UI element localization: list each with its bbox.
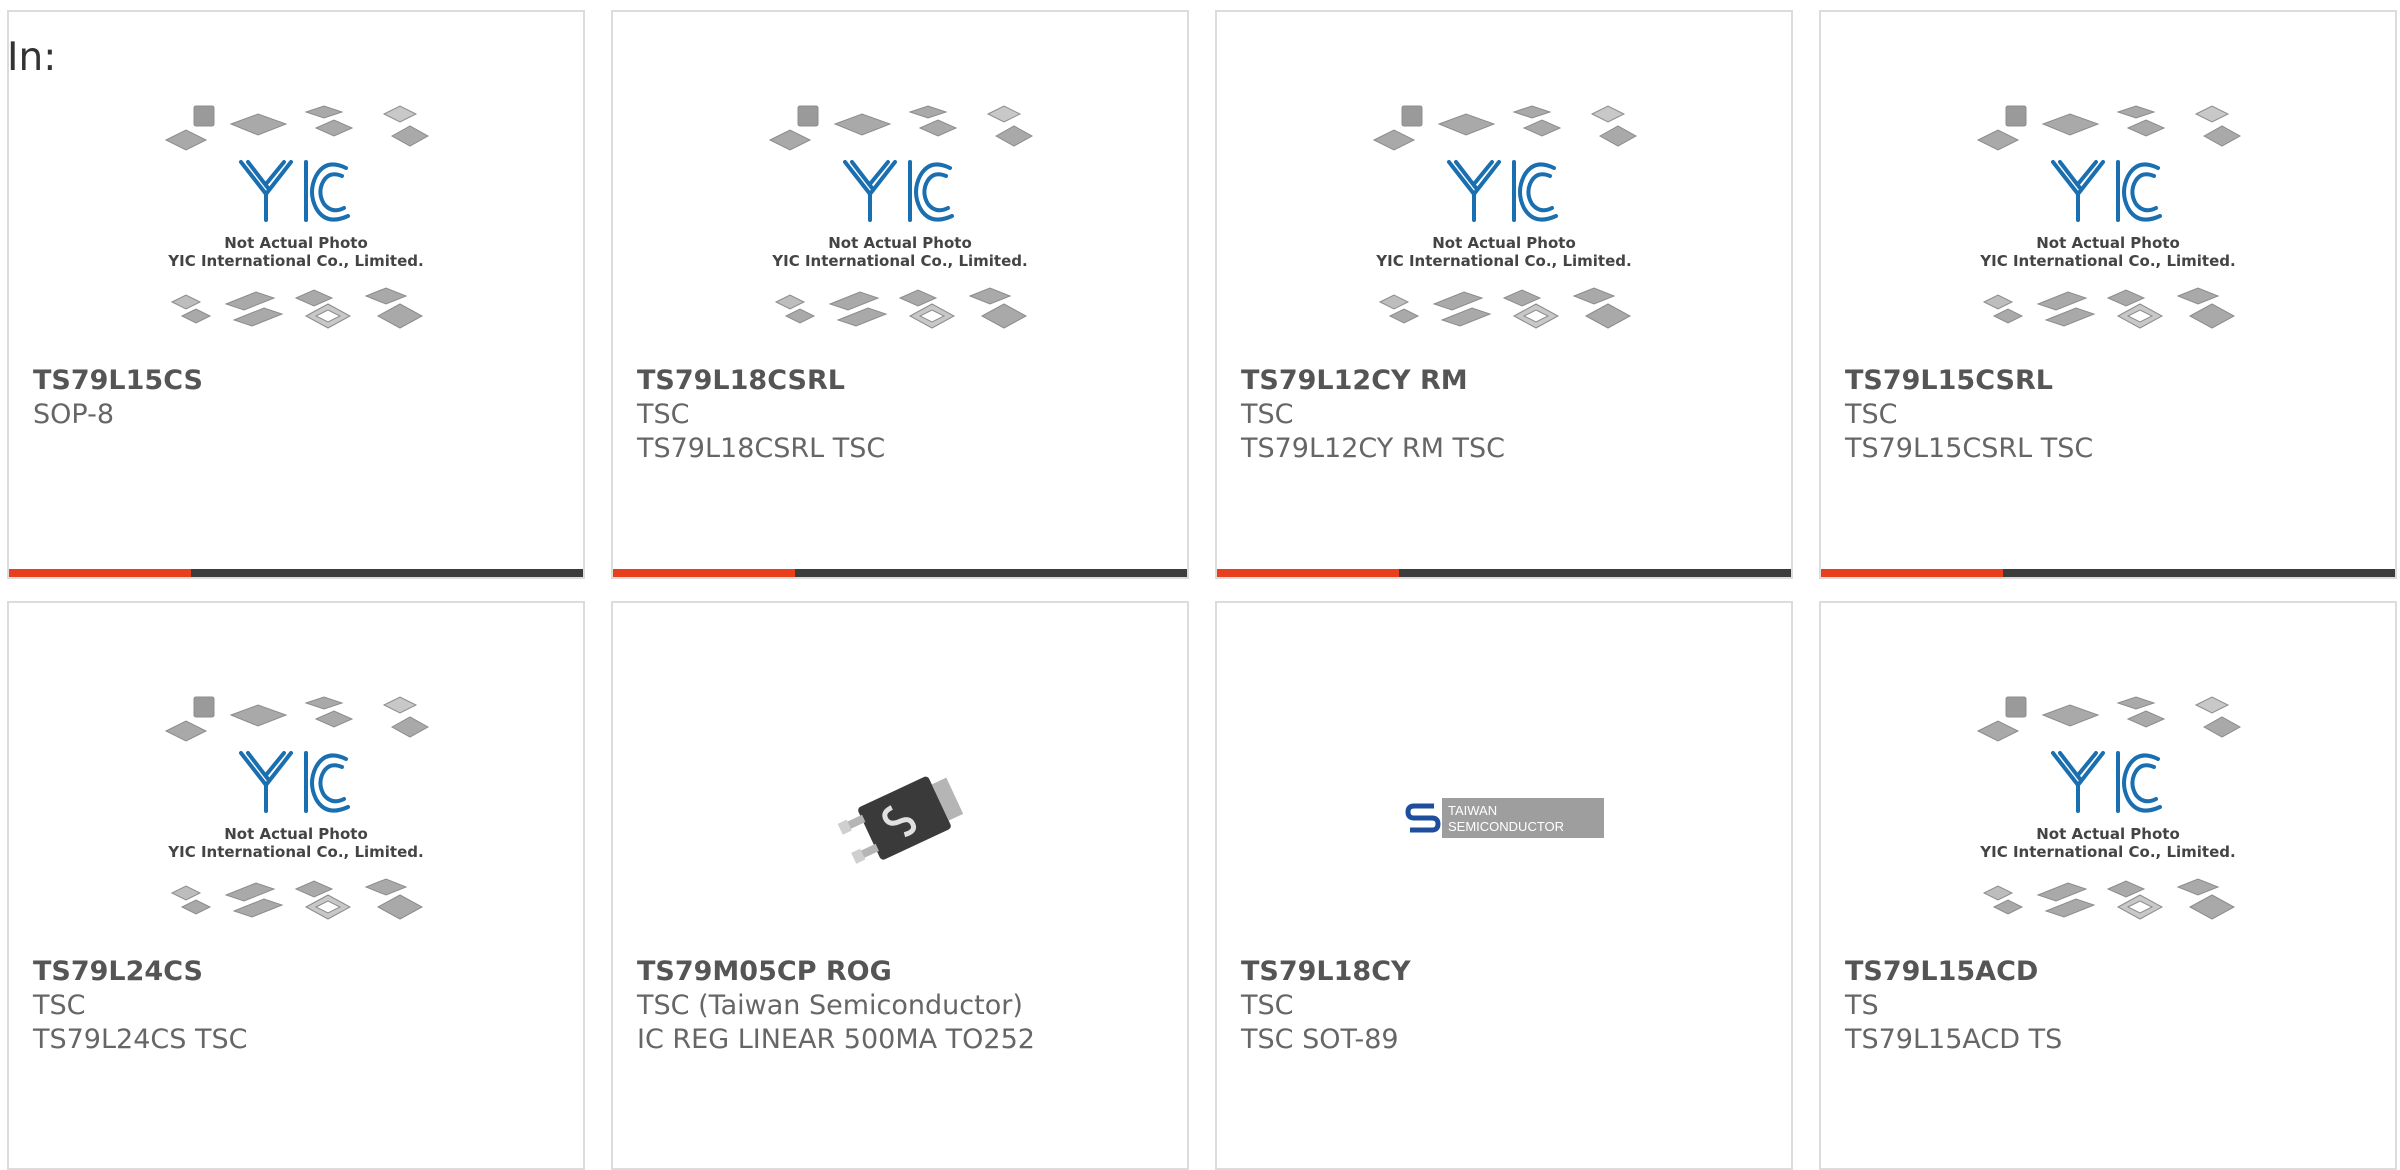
card-accent-bar — [1217, 569, 1791, 577]
product-image[interactable]: Not Actual Photo YIC International Co., … — [1217, 102, 1791, 352]
placeholder-caption-1: Not Actual Photo — [828, 234, 972, 252]
product-card[interactable]: Not Actual Photo YIC International Co., … — [1819, 10, 2397, 579]
product-manufacturer: TSC — [33, 990, 86, 1021]
product-image[interactable]: TAIWAN SEMICONDUCTOR — [1217, 693, 1791, 943]
product-name-link[interactable]: TS79L12CY RM — [1241, 364, 1771, 398]
card-accent-bar — [613, 569, 1187, 577]
product-manufacturer: TS — [1845, 990, 1879, 1021]
product-description: TS79L24CS TSC — [33, 1024, 248, 1055]
product-card[interactable]: Not Actual Photo YIC International Co., … — [7, 601, 585, 1170]
yic-placeholder-image: Not Actual Photo YIC International Co., … — [1976, 696, 2242, 920]
accent-bar-red-segment — [613, 569, 795, 577]
product-manufacturer: TSC (Taiwan Semiconductor) — [637, 990, 1023, 1021]
taiwan-semiconductor-logo: TAIWAN SEMICONDUCTOR — [1404, 798, 1604, 838]
product-description: TS79L15CSRL TSC — [1845, 433, 2094, 464]
product-image[interactable]: Not Actual Photo YIC International Co., … — [9, 693, 583, 943]
product-card[interactable]: Not Actual Photo YIC International Co., … — [7, 10, 585, 579]
product-manufacturer: SOP-8 — [33, 399, 114, 430]
placeholder-caption-2: YIC International Co., Limited. — [1979, 252, 2235, 270]
product-image[interactable]: Not Actual Photo YIC International Co., … — [9, 102, 583, 352]
yic-placeholder-image: Not Actual Photo YIC International Co., … — [164, 105, 430, 329]
yic-placeholder-image: Not Actual Photo YIC International Co., … — [768, 105, 1034, 329]
product-manufacturer: TSC — [637, 399, 690, 430]
product-name-link[interactable]: TS79L15ACD — [1845, 955, 2375, 989]
accent-bar-red-segment — [1821, 569, 2003, 577]
product-image[interactable]: Not Actual Photo YIC International Co., … — [1821, 693, 2395, 943]
product-description: TSC SOT-89 — [1241, 1024, 1399, 1055]
yic-placeholder-image: Not Actual Photo YIC International Co., … — [1372, 105, 1638, 329]
placeholder-caption-1: Not Actual Photo — [1432, 234, 1576, 252]
placeholder-caption-2: YIC International Co., Limited. — [167, 843, 423, 861]
product-info: TS79L15CS SOP-8 — [33, 364, 563, 432]
placeholder-caption-2: YIC International Co., Limited. — [1979, 843, 2235, 861]
product-info: TS79L18CSRL TSC TS79L18CSRL TSC — [637, 364, 1167, 466]
placeholder-caption-1: Not Actual Photo — [2036, 234, 2180, 252]
product-info: TS79L12CY RM TSC TS79L12CY RM TSC — [1241, 364, 1771, 466]
chip-photo-image — [837, 776, 964, 864]
product-image[interactable] — [613, 693, 1187, 943]
product-card[interactable]: TAIWAN SEMICONDUCTOR TS79L18CY TSC TSC SOT… — [1215, 601, 1793, 1170]
product-name-link[interactable]: TS79L15CSRL — [1845, 364, 2375, 398]
product-description: IC REG LINEAR 500MA TO252 — [637, 1024, 1035, 1055]
product-description: TS79L12CY RM TSC — [1241, 433, 1505, 464]
product-image[interactable]: Not Actual Photo YIC International Co., … — [613, 102, 1187, 352]
accent-bar-dark-segment — [795, 569, 1187, 577]
accent-bar-dark-segment — [191, 569, 583, 577]
card-accent-bar — [9, 569, 583, 577]
product-info: TS79L24CS TSC TS79L24CS TSC — [33, 955, 563, 1057]
product-card[interactable]: Not Actual Photo YIC International Co., … — [611, 10, 1189, 579]
tsc-logo-line-2: SEMICONDUCTOR — [1448, 819, 1564, 834]
product-manufacturer: TSC — [1845, 399, 1898, 430]
product-description: TS79L18CSRL TSC — [637, 433, 886, 464]
accent-bar-red-segment — [9, 569, 191, 577]
product-info: TS79L15ACD TS TS79L15ACD TS — [1845, 955, 2375, 1057]
product-info: TS79L15CSRL TSC TS79L15CSRL TSC — [1845, 364, 2375, 466]
product-name-link[interactable]: TS79M05CP ROG — [637, 955, 1167, 989]
accent-bar-dark-segment — [2003, 569, 2395, 577]
yic-placeholder-image: Not Actual Photo YIC International Co., … — [1976, 105, 2242, 329]
in-label: In: — [7, 35, 57, 80]
placeholder-caption-2: YIC International Co., Limited. — [167, 252, 423, 270]
placeholder-caption-2: YIC International Co., Limited. — [1375, 252, 1631, 270]
product-manufacturer: TSC — [1241, 990, 1294, 1021]
placeholder-caption-1: Not Actual Photo — [224, 234, 368, 252]
yic-placeholder-image: Not Actual Photo YIC International Co., … — [164, 696, 430, 920]
product-name-link[interactable]: TS79L24CS — [33, 955, 563, 989]
product-info: TS79L18CY TSC TSC SOT-89 — [1241, 955, 1771, 1057]
product-name-link[interactable]: TS79L18CY — [1241, 955, 1771, 989]
product-image[interactable]: Not Actual Photo YIC International Co., … — [1821, 102, 2395, 352]
product-card[interactable]: TS79M05CP ROG TSC (Taiwan Semiconductor) I… — [611, 601, 1189, 1170]
accent-bar-red-segment — [1217, 569, 1399, 577]
placeholder-caption-1: Not Actual Photo — [2036, 825, 2180, 843]
product-description: TS79L15ACD TS — [1845, 1024, 2063, 1055]
placeholder-caption-2: YIC International Co., Limited. — [771, 252, 1027, 270]
product-name-link[interactable]: TS79L18CSRL — [637, 364, 1167, 398]
product-card[interactable]: Not Actual Photo YIC International Co., … — [1215, 10, 1793, 579]
tsc-logo-line-1: TAIWAN — [1448, 803, 1497, 818]
product-info: TS79M05CP ROG TSC (Taiwan Semiconductor) I… — [637, 955, 1167, 1057]
card-accent-bar — [1821, 569, 2395, 577]
product-name-link[interactable]: TS79L15CS — [33, 364, 563, 398]
accent-bar-dark-segment — [1399, 569, 1791, 577]
placeholder-caption-1: Not Actual Photo — [224, 825, 368, 843]
product-manufacturer: TSC — [1241, 399, 1294, 430]
product-card[interactable]: Not Actual Photo YIC International Co., … — [1819, 601, 2397, 1170]
